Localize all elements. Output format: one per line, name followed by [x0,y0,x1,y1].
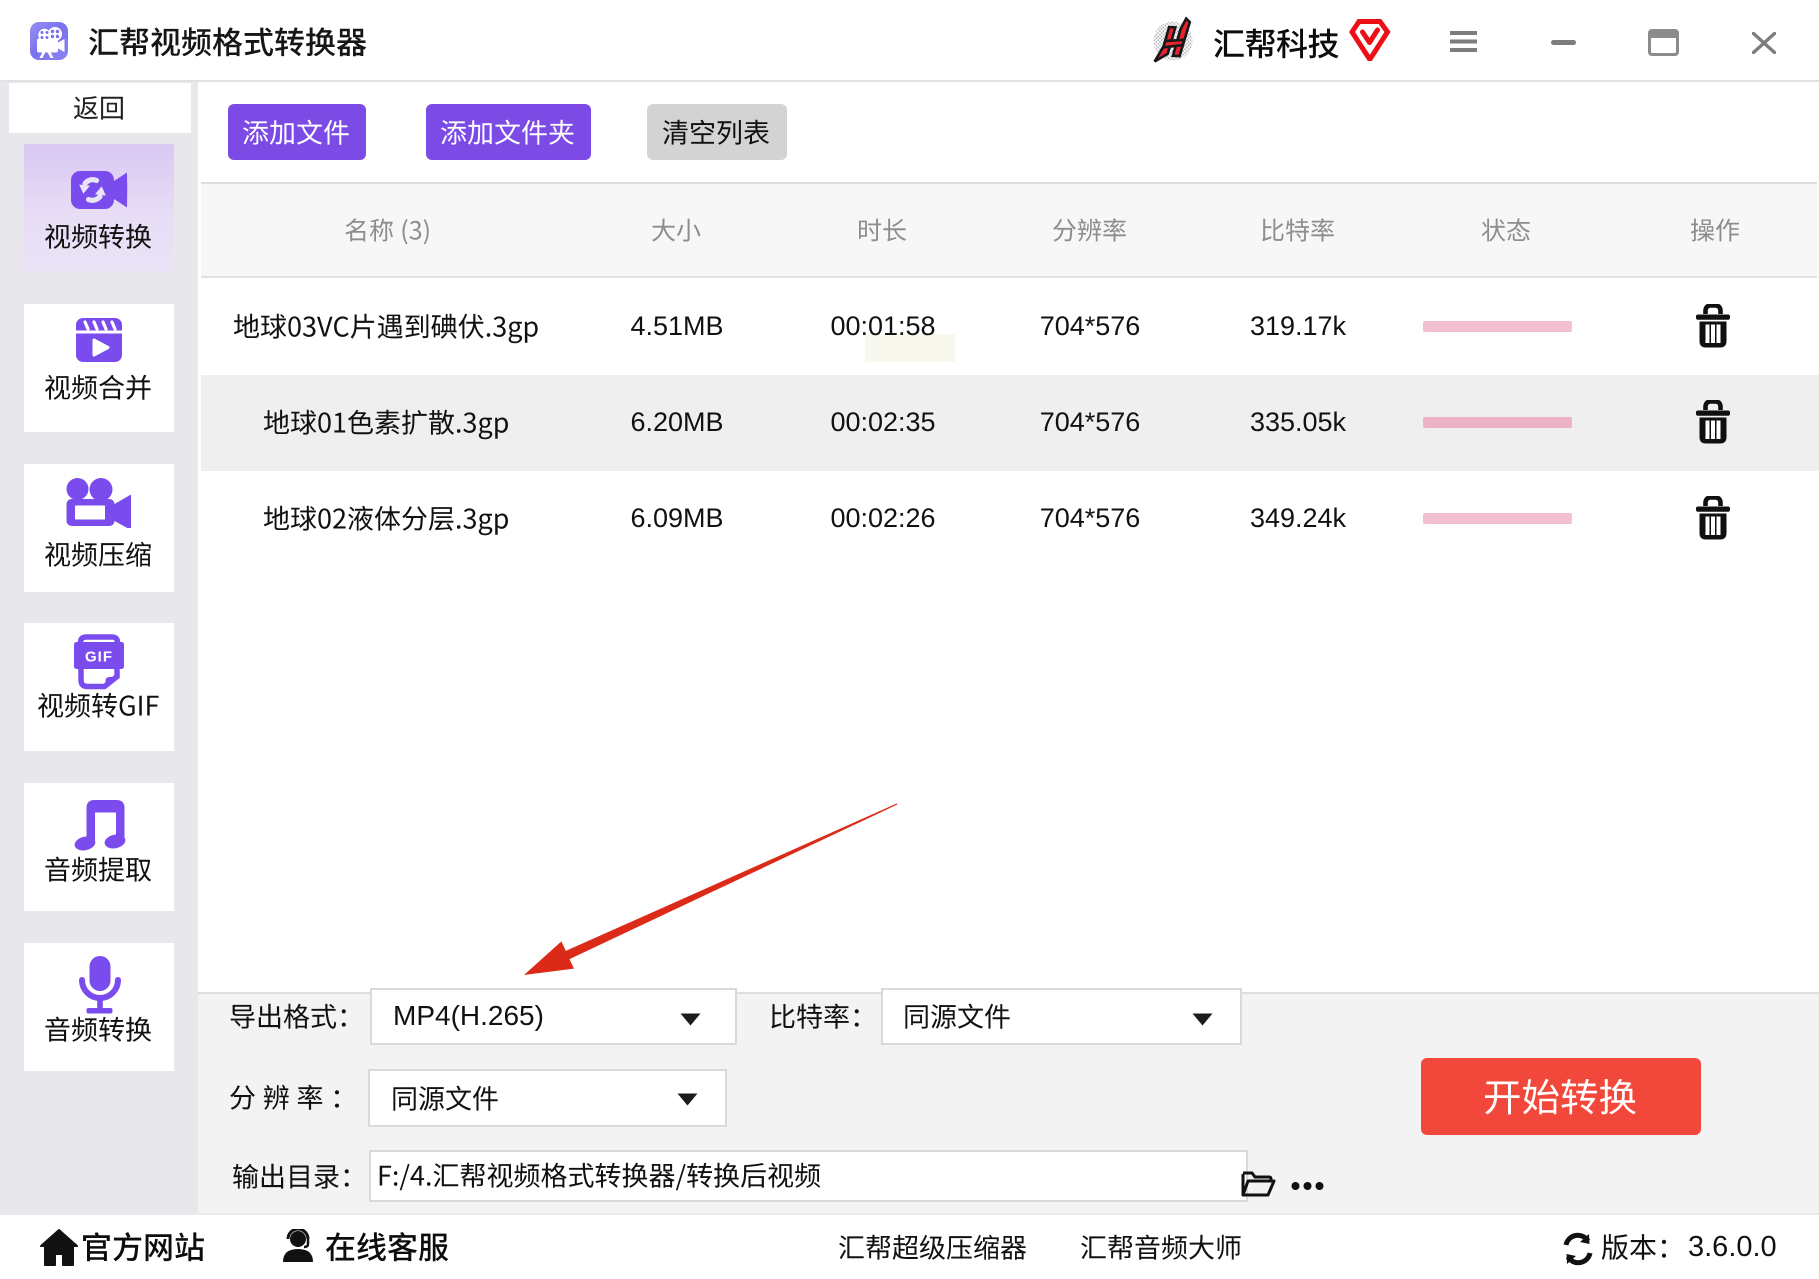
svg-text:GIF: GIF [85,649,113,666]
